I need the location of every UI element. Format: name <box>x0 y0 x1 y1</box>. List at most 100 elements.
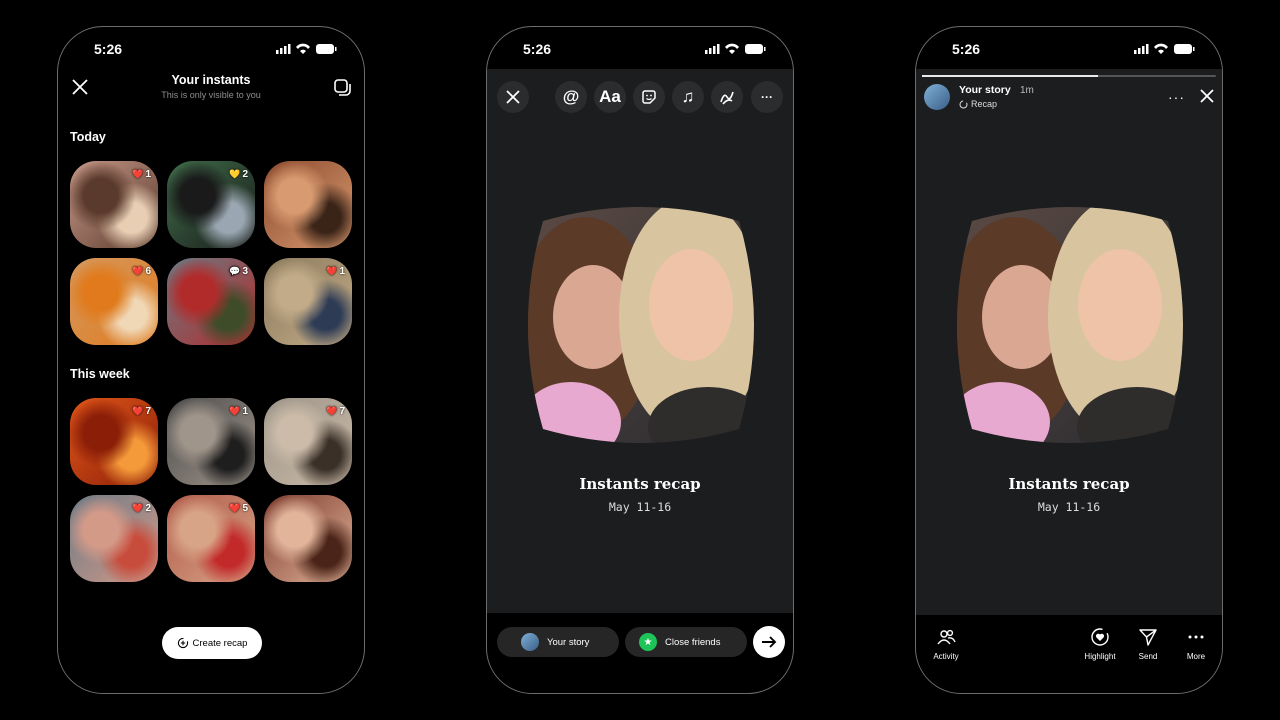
recap-title: Instants recap <box>1008 475 1130 493</box>
create-recap-icon <box>177 637 188 649</box>
section-label-today: Today <box>70 130 106 144</box>
sticker-button[interactable] <box>633 81 665 113</box>
heart-icon: ❤️ <box>132 169 144 179</box>
instant-tile[interactable]: ❤️ 1 <box>167 398 255 485</box>
recap-photo <box>528 207 754 443</box>
reaction-count: 2 <box>145 503 151 514</box>
instant-tile[interactable] <box>264 495 352 582</box>
reaction-count: 7 <box>145 406 151 417</box>
more-button[interactable]: ··· <box>751 81 783 113</box>
yellow-heart-icon: 💛 <box>229 169 241 179</box>
close-icon <box>506 90 520 104</box>
avatar <box>521 633 539 651</box>
reaction-badge: ❤️ 2 <box>132 503 151 514</box>
instant-tile[interactable]: ❤️ 1 <box>264 258 352 345</box>
heart-icon: ❤️ <box>229 406 241 416</box>
signal-wifi-battery-icon <box>705 43 766 54</box>
story-recap-tag: Recap <box>959 99 997 109</box>
instant-tile[interactable]: ❤️ 6 <box>70 258 158 345</box>
comment-icon: 💬 <box>229 266 241 276</box>
recap-title: Instants recap <box>579 475 701 493</box>
heart-icon: ❤️ <box>132 266 144 276</box>
story-progress-bar <box>922 75 1216 77</box>
instant-tile[interactable]: ❤️ 2 <box>70 495 158 582</box>
recap-photo <box>957 207 1183 443</box>
music-icon: ♫ <box>681 87 695 106</box>
more-icon: ··· <box>761 90 773 104</box>
more-options-icon[interactable]: ··· <box>1168 89 1185 105</box>
gallery-stack-icon[interactable] <box>332 77 352 97</box>
draw-icon <box>720 91 734 105</box>
reaction-badge: 💛 2 <box>229 169 248 180</box>
more-icon <box>1188 635 1204 639</box>
reaction-count: 1 <box>242 406 248 417</box>
create-recap-button[interactable]: Create recap <box>162 627 262 659</box>
sticker-icon <box>642 90 656 104</box>
share-your-story-button[interactable]: Your story <box>497 627 619 657</box>
reaction-badge: 💬 3 <box>229 266 248 277</box>
story-owner-name[interactable]: Your story <box>959 84 1011 96</box>
story-time-ago: 1m <box>1020 85 1034 96</box>
recap-icon <box>959 100 968 108</box>
mention-button[interactable]: @ <box>555 81 587 113</box>
status-time: 5:26 <box>523 41 552 57</box>
instant-tile[interactable]: ❤️ 5 <box>167 495 255 582</box>
draw-button[interactable] <box>711 81 743 113</box>
send-label: Send <box>1138 652 1158 661</box>
story-viewer-phone: 5:26 Your story 1m Recap ··· Instants re… <box>915 26 1223 694</box>
instant-tile[interactable]: 💬 3 <box>167 258 255 345</box>
signal-wifi-battery-icon <box>1134 43 1195 54</box>
signal-wifi-battery-icon <box>276 43 337 54</box>
heart-icon: ❤️ <box>229 503 241 513</box>
your-story-label: Your story <box>547 636 590 648</box>
avatar[interactable] <box>924 84 950 110</box>
status-bar: 5:26 <box>487 27 793 69</box>
instant-tile[interactable]: ❤️ 7 <box>264 398 352 485</box>
star-icon: ★ <box>639 633 657 651</box>
recap-date: May 11-16 <box>608 500 672 514</box>
page-title: Your instants <box>171 73 251 87</box>
reaction-count: 6 <box>145 266 151 277</box>
heart-icon: ❤️ <box>326 266 338 276</box>
story-progress-fill <box>922 75 1099 77</box>
instant-tile[interactable]: 💛 2 <box>167 161 255 248</box>
instant-tile[interactable] <box>264 161 352 248</box>
reaction-count: 1 <box>339 266 345 277</box>
reaction-badge: ❤️ 1 <box>326 266 345 277</box>
more-button[interactable]: More <box>1166 627 1222 661</box>
arrow-right-icon <box>762 636 777 648</box>
reaction-badge: ❤️ 5 <box>229 503 248 514</box>
reaction-count: 1 <box>145 169 151 180</box>
mention-icon: @ <box>562 87 580 106</box>
music-button[interactable]: ♫ <box>672 81 704 113</box>
instant-tile[interactable]: ❤️ 1 <box>70 161 158 248</box>
status-bar: 5:26 <box>916 27 1222 69</box>
reaction-count: 3 <box>242 266 248 277</box>
status-bar: 5:26 <box>58 27 364 69</box>
close-friends-label: Close friends <box>665 636 721 648</box>
activity-label: Activity <box>933 652 959 661</box>
instants-grid-this-week: ❤️ 7 ❤️ 1 ❤️ 7 ❤️ 2 ❤️ 5 <box>70 398 352 582</box>
next-button[interactable] <box>753 626 785 658</box>
create-recap-label: Create recap <box>192 637 248 649</box>
heart-icon: ❤️ <box>326 406 338 416</box>
story-editor-phone: 5:26 @ Aa ♫ ··· Instants recap May 11-16… <box>486 26 794 694</box>
share-close-friends-button[interactable]: ★ Close friends <box>625 627 747 657</box>
close-button[interactable] <box>497 81 529 113</box>
close-icon[interactable] <box>1199 88 1215 104</box>
section-label-this-week: This week <box>70 367 130 381</box>
reaction-badge: ❤️ 1 <box>229 406 248 417</box>
reaction-badge: ❤️ 7 <box>326 406 345 417</box>
status-time: 5:26 <box>952 41 981 57</box>
heart-icon: ❤️ <box>132 406 144 416</box>
page-subtitle: This is only visible to you <box>161 90 261 100</box>
activity-button[interactable]: Activity <box>916 627 976 661</box>
more-label: More <box>1186 652 1206 661</box>
reaction-badge: ❤️ 7 <box>132 406 151 417</box>
reaction-badge: ❤️ 6 <box>132 266 151 277</box>
instant-tile[interactable]: ❤️ 7 <box>70 398 158 485</box>
text-button[interactable]: Aa <box>594 81 626 113</box>
send-icon <box>1139 629 1157 646</box>
instants-phone: 5:26 Your instants This is only visible … <box>57 26 365 694</box>
highlight-label: Highlight <box>1084 652 1116 661</box>
